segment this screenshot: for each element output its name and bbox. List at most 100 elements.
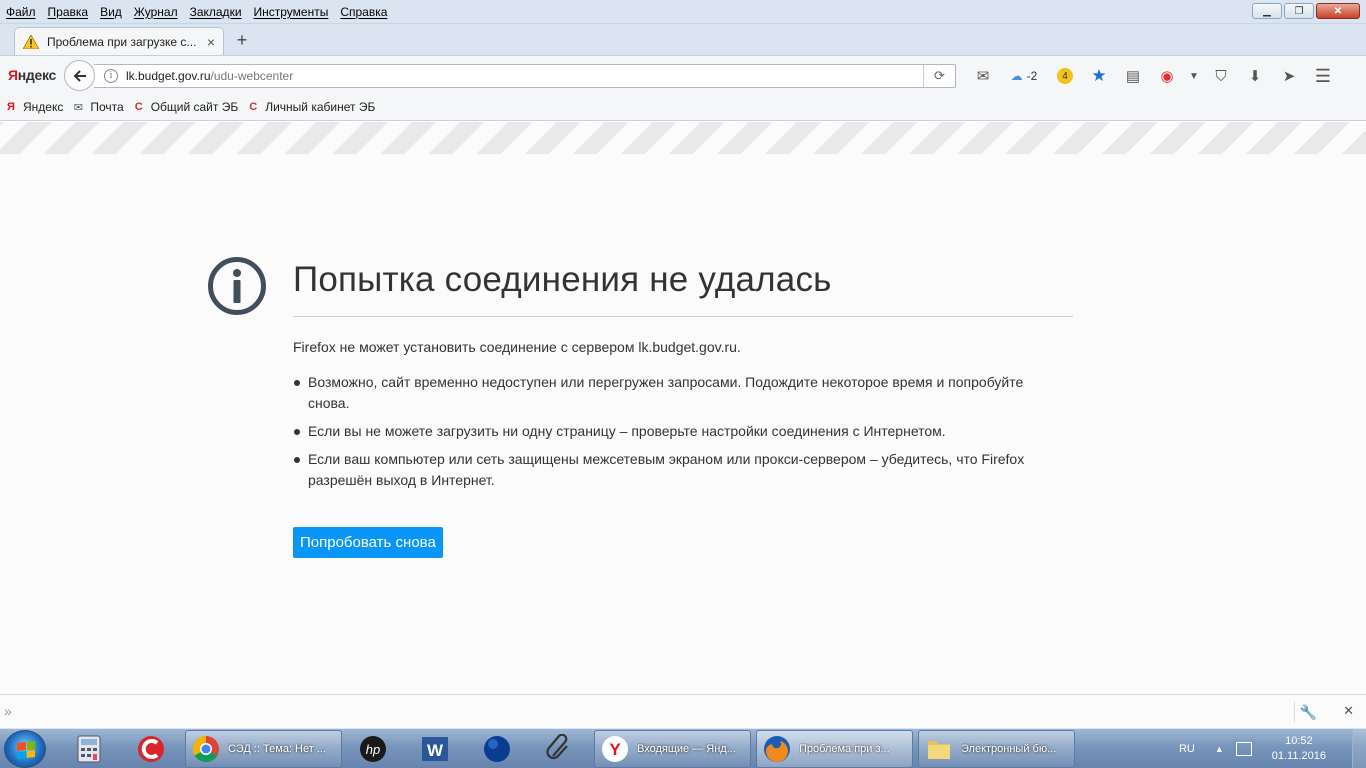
- bookmark-label: Личный кабинет ЭБ: [265, 100, 376, 114]
- task-label: Проблема при з...: [799, 743, 890, 755]
- system-tray: RU ▲ 10:52 01.11.2016: [1179, 733, 1326, 765]
- downloads-icon[interactable]: ⬇: [1238, 67, 1272, 85]
- tab-close-icon[interactable]: ×: [207, 34, 215, 50]
- tab-bar: Проблема при загрузке с... × +: [0, 24, 1366, 55]
- notifications-widget[interactable]: 4: [1048, 68, 1082, 84]
- minimize-button[interactable]: ▁: [1252, 3, 1282, 19]
- suggestion-item: Возможно, сайт временно недоступен или п…: [293, 372, 1053, 414]
- taskbar-firefox[interactable]: Проблема при з...: [756, 730, 913, 768]
- taskbar-explorer[interactable]: Электронный бю...: [918, 730, 1075, 768]
- addon-bar: » 🔧 ✕: [0, 694, 1366, 728]
- bookmark-label: Общий сайт ЭБ: [150, 100, 239, 114]
- badge-count: 4: [1057, 68, 1073, 84]
- mail-favicon-icon: ✉: [73, 101, 83, 114]
- bookmark-eb-cabinet[interactable]: C Личный кабинет ЭБ: [246, 100, 375, 114]
- error-description: Firefox не может установить соединение с…: [293, 339, 741, 355]
- error-title: Попытка соединения не удалась: [293, 260, 832, 299]
- url-text[interactable]: lk.budget.gov.ru/udu-webcenter: [126, 69, 923, 83]
- show-desktop-button[interactable]: [1352, 729, 1366, 768]
- folder-icon: [928, 741, 950, 759]
- close-icon[interactable]: ✕: [1343, 703, 1354, 719]
- clock[interactable]: 10:52 01.11.2016: [1272, 734, 1326, 764]
- svg-text:W: W: [427, 741, 444, 760]
- mail-icon[interactable]: ✉: [966, 67, 1000, 85]
- menu-help[interactable]: Справка: [334, 2, 393, 22]
- bookmark-eb-general[interactable]: C Общий сайт ЭБ: [132, 100, 239, 114]
- maximize-button[interactable]: ❐: [1284, 3, 1314, 19]
- windows-logo-icon: [17, 741, 35, 759]
- window-close-button[interactable]: ✕: [1316, 3, 1360, 19]
- url-bar[interactable]: i lk.budget.gov.ru/udu-webcenter ⟳: [94, 64, 956, 88]
- task-label: СЭД :: Тема: Нет ...: [228, 743, 327, 755]
- hp-icon[interactable]: hp: [350, 731, 396, 767]
- paperclip-icon[interactable]: [536, 731, 582, 767]
- bookmark-label: Яндекс: [23, 100, 64, 114]
- menu-history[interactable]: Журнал: [128, 2, 184, 22]
- bookmark-yandex[interactable]: Я Яндекс: [4, 100, 63, 114]
- weather-temp: -2: [1026, 69, 1038, 83]
- bookmark-mail[interactable]: ✉ Почта: [71, 100, 124, 114]
- dropdown-arrow-icon[interactable]: ▼: [1184, 71, 1204, 82]
- clock-date: 01.11.2016: [1271, 750, 1326, 762]
- yandex-logo[interactable]: Яндекс: [8, 67, 56, 83]
- error-page: Попытка соединения не удалась Firefox не…: [0, 122, 1366, 694]
- tray-expand-icon[interactable]: ▲: [1215, 744, 1224, 754]
- taskbar: СЭД :: Тема: Нет ... hp W Y Входящие — Я…: [0, 728, 1366, 768]
- bookmarks-bar: Я Яндекс ✉ Почта C Общий сайт ЭБ C Личный ка…: [0, 94, 1366, 121]
- send-icon[interactable]: ➤: [1272, 67, 1306, 85]
- site-info-icon[interactable]: i: [104, 69, 118, 83]
- title-divider: [293, 316, 1073, 317]
- menu-bookmarks[interactable]: Закладки: [184, 2, 248, 22]
- calculator-icon[interactable]: [66, 731, 112, 767]
- bookmark-label: Почта: [90, 100, 124, 114]
- ccleaner-icon[interactable]: [128, 731, 174, 767]
- menu-edit[interactable]: Правка: [42, 2, 95, 22]
- back-arrow-icon: [73, 69, 86, 82]
- menu-tools[interactable]: Инструменты: [248, 2, 335, 22]
- svg-text:Y: Y: [609, 740, 621, 759]
- reader-list-icon[interactable]: ▤: [1116, 67, 1150, 85]
- taskbar-yandex-mail[interactable]: Y Входящие — Янд...: [594, 730, 751, 768]
- suggestion-item: Если вы не можете загрузить ни одну стра…: [293, 421, 1053, 442]
- menu-bar: Файл Правка Вид Журнал Закладки Инструме…: [0, 0, 1366, 24]
- task-label: Электронный бю...: [961, 743, 1057, 755]
- warning-stripes: [0, 122, 1366, 154]
- new-tab-button[interactable]: +: [232, 30, 252, 50]
- start-button[interactable]: [4, 730, 46, 768]
- hamburger-menu-icon[interactable]: ☰: [1306, 66, 1340, 87]
- svg-text:hp: hp: [366, 742, 380, 757]
- cloud-icon: ☁: [1010, 69, 1023, 83]
- task-label: Входящие — Янд...: [637, 743, 736, 755]
- nav-bar: Яндекс i lk.budget.gov.ru/udu-webcenter …: [0, 55, 1366, 94]
- pocket-icon[interactable]: ⛉: [1204, 68, 1238, 85]
- wrench-icon[interactable]: 🔧: [1294, 701, 1322, 723]
- eb-favicon-icon: C: [134, 101, 143, 113]
- bookmark-star-icon[interactable]: ★: [1082, 66, 1116, 86]
- tab-title: Проблема при загрузке с...: [47, 34, 197, 49]
- menu-view[interactable]: Вид: [94, 2, 128, 22]
- yandex-browser-icon: Y: [602, 736, 628, 762]
- taskbar-chrome[interactable]: СЭД :: Тема: Нет ...: [185, 730, 342, 768]
- extension-icon[interactable]: ◉: [1150, 67, 1184, 85]
- eb-favicon-icon: C: [249, 101, 258, 113]
- clock-time: 10:52: [1285, 735, 1313, 747]
- error-suggestions: Возможно, сайт временно недоступен или п…: [293, 372, 1053, 498]
- reload-icon[interactable]: ⟳: [923, 65, 955, 87]
- retry-button[interactable]: Попробовать снова: [293, 527, 443, 558]
- chevron-double-right-icon[interactable]: »: [4, 703, 12, 719]
- back-button[interactable]: [64, 60, 95, 91]
- chrome-icon: [192, 735, 219, 763]
- firefox-icon: [764, 736, 790, 762]
- yandex-logo-first-letter: Я: [8, 67, 18, 83]
- weather-widget[interactable]: ☁ -2: [1000, 69, 1048, 83]
- toolbar-icons: ✉ ☁ -2 4 ★ ▤ ◉ ▼ ⛉ ⬇ ➤ ☰: [966, 64, 1340, 88]
- language-indicator[interactable]: RU: [1179, 743, 1195, 755]
- network-icon[interactable]: [1235, 742, 1252, 756]
- tab-active[interactable]: Проблема при загрузке с... ×: [14, 27, 224, 55]
- suggestion-item: Если ваш компьютер или сеть защищены меж…: [293, 449, 1053, 491]
- menu-file[interactable]: Файл: [0, 2, 42, 22]
- word-icon[interactable]: W: [412, 731, 458, 767]
- yandex-favicon-icon: Я: [7, 101, 15, 113]
- yandex-logo-rest: ндекс: [17, 67, 57, 83]
- globe-icon[interactable]: [474, 731, 520, 767]
